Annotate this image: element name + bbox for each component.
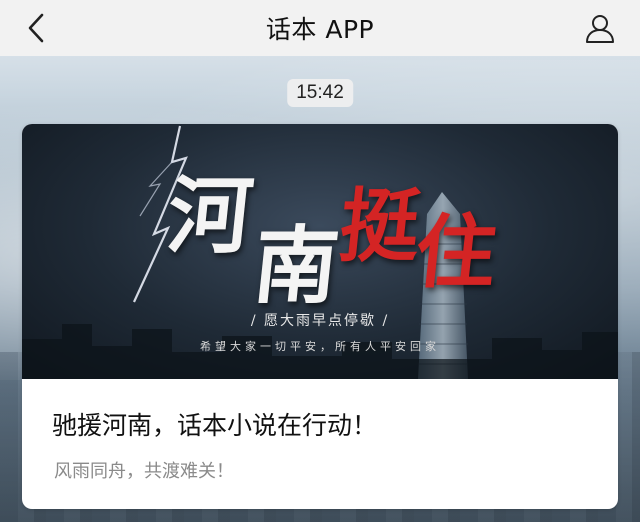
user-icon (586, 15, 614, 43)
message-timestamp: 15:42 (287, 79, 353, 107)
banner-slogan: / 愿大雨早点停歇 / (250, 313, 390, 329)
banner-headline-char-4: 住 (411, 205, 501, 299)
banner-headline-char-1: 河 (162, 166, 258, 265)
article-banner-image: 河 南 挺 住 / 愿大雨早点停歇 / 希望大家一切平安，所有人平安回家 (22, 124, 618, 379)
article-card[interactable]: 河 南 挺 住 / 愿大雨早点停歇 / 希望大家一切平安，所有人平安回家 驰援河… (22, 124, 618, 509)
banner-headline-char-2: 南 (248, 216, 344, 315)
article-title[interactable]: 驰援河南，话本小说在行动！ (52, 406, 377, 442)
chevron-left-icon (28, 13, 44, 43)
banner-headline-char-3: 挺 (335, 179, 425, 273)
page-title: 话本 APP (265, 15, 375, 44)
navigation-bar: 话本 APP (0, 0, 640, 56)
profile-button[interactable] (582, 10, 618, 46)
banner-subline: 希望大家一切平安，所有人平安回家 (200, 340, 440, 353)
article-subtitle: 风雨同舟，共渡难关！ (54, 461, 234, 482)
back-button[interactable] (20, 12, 52, 44)
